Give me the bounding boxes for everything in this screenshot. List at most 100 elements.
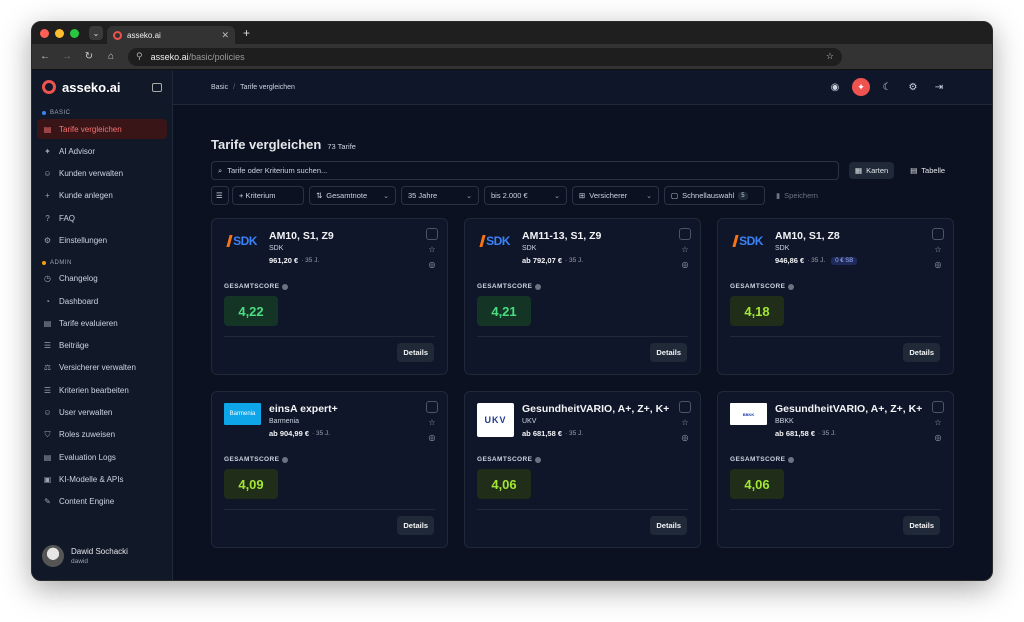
browser-tab[interactable]: asseko.ai ✕ [107, 26, 235, 44]
chevron-down-icon: ⌄ [554, 192, 560, 200]
add-criterion-button[interactable]: + Kriterium [232, 186, 304, 205]
sidebar-item[interactable]: + Kunde anlegen [37, 186, 167, 206]
filter-settings-button[interactable]: ☰ [211, 186, 229, 205]
url-path: /basic/policies [188, 51, 245, 62]
compare-checkbox[interactable] [679, 401, 691, 413]
compare-checkbox[interactable] [426, 228, 438, 240]
star-icon[interactable]: ☆ [428, 245, 435, 255]
info-icon[interactable] [788, 283, 795, 290]
view-cards-label: Karten [866, 166, 889, 175]
search-input[interactable]: ⌕ Tarife oder Kriterium suchen... [211, 161, 839, 180]
sidebar-toggle-icon[interactable] [152, 82, 162, 92]
tariff-card[interactable]: UKV GesundheitVARIO, A+, Z+, K+ UKV ab 681,… [464, 391, 701, 548]
admin-nav: ◷ Changelog ◔ Dashboard ▤ Tarife evaluieren ☰ B… [32, 269, 172, 512]
age-select[interactable]: 35 Jahre ⌄ [401, 186, 479, 205]
reload-icon[interactable]: ↻ [84, 51, 94, 62]
hide-eye-icon[interactable]: ◎ [682, 260, 689, 270]
github-icon[interactable]: ◉ [822, 82, 848, 93]
home-icon[interactable]: ⌂ [106, 51, 116, 62]
new-tab-button[interactable]: + [243, 26, 250, 40]
star-icon[interactable]: ☆ [681, 418, 688, 428]
star-icon[interactable]: ☆ [934, 418, 941, 428]
bookmark-star-icon[interactable]: ☆ [826, 51, 834, 62]
sidebar-item[interactable]: ✎ Content Engine [37, 492, 167, 512]
star-icon[interactable]: ☆ [934, 245, 941, 255]
sidebar-item[interactable]: ▤ Tarife evaluieren [37, 313, 167, 333]
details-button[interactable]: Details [650, 516, 687, 535]
sidebar-item[interactable]: ? FAQ [37, 208, 167, 228]
star-icon[interactable]: ☆ [428, 418, 435, 428]
sidebar-item[interactable]: ☺ User verwalten [37, 403, 167, 423]
sidebar-item[interactable]: ✦ AI Advisor [37, 141, 167, 161]
details-button[interactable]: Details [903, 343, 940, 362]
save-button[interactable]: ▮ Speichern [770, 186, 824, 205]
sidebar-item[interactable]: ⚖ Versicherer verwalten [37, 358, 167, 378]
sidebar-item[interactable]: ☰ Kriterien bearbeiten [37, 380, 167, 400]
details-button[interactable]: Details [397, 343, 434, 362]
maximize-window-button[interactable] [70, 28, 79, 38]
user-profile[interactable]: Dawid Sochacki dawid [32, 538, 172, 574]
sidebar-item[interactable]: ⚙ Einstellungen [37, 230, 167, 250]
star-icon[interactable]: ☆ [681, 245, 688, 255]
price-select[interactable]: bis 2.000 € ⌄ [484, 186, 567, 205]
hide-eye-icon[interactable]: ◎ [682, 433, 689, 443]
sidebar-item[interactable]: ▤ Tarife vergleichen [37, 119, 167, 139]
moon-icon[interactable]: ☾ [874, 82, 900, 93]
score-label-text: GESAMTSCORE [224, 456, 280, 463]
users-icon: ☺ [43, 169, 52, 179]
sidebar-item[interactable]: ▤ Evaluation Logs [37, 447, 167, 467]
site-settings-icon[interactable]: ⚲ [136, 51, 143, 62]
hide-eye-icon[interactable]: ◎ [429, 260, 436, 270]
tariff-title: AM11-13, S1, Z9 [522, 230, 602, 242]
tariff-card[interactable]: Barmenia einsA expert+ Barmenia ab 904,99 €… [211, 391, 448, 548]
minimize-window-button[interactable] [55, 28, 64, 38]
sidebar-item[interactable]: ▣ KI-Modelle & APIs [37, 469, 167, 489]
info-icon[interactable] [535, 283, 542, 290]
forward-icon[interactable]: → [62, 51, 72, 62]
logout-icon[interactable]: ⇥ [926, 82, 952, 93]
tariff-card[interactable]: SDK AM10, S1, Z8 SDK 946,86 € · 35 J. 0 € SB ☆… [717, 218, 954, 375]
insurer-select[interactable]: ⊞ Versicherer ⌄ [572, 186, 659, 205]
tab-list-button[interactable]: ⌄ [89, 26, 103, 40]
details-button[interactable]: Details [903, 516, 940, 535]
url-field[interactable]: ⚲ asseko.ai/basic/policies ☆ [128, 47, 842, 66]
filter-row: ☰ + Kriterium ⇅ Gesamtnote ⌄ 35 Jahre ⌄ bis… [211, 186, 954, 205]
sort-select[interactable]: ⇅ Gesamtnote ⌄ [309, 186, 396, 205]
asseko-logo-icon [42, 80, 56, 94]
sidebar-item[interactable]: ⛉ Roles zuweisen [37, 425, 167, 445]
quick-select-button[interactable]: ▢ Schnellauswahl 5 [664, 186, 765, 205]
sidebar-item[interactable]: ◔ Dashboard [37, 291, 167, 311]
compare-checkbox[interactable] [426, 401, 438, 413]
sidebar-item[interactable]: ☺ Kunden verwalten [37, 164, 167, 184]
info-icon[interactable] [788, 456, 795, 463]
topbar: Basic / Tarife vergleichen ◉ ✦ ☾ ⚙ ⇥ [173, 70, 992, 105]
close-window-button[interactable] [40, 28, 49, 38]
card-header: UKV GesundheitVARIO, A+, Z+, K+ UKV ab 681,… [477, 403, 688, 438]
cpu-icon: ▣ [43, 474, 52, 484]
compare-checkbox[interactable] [679, 228, 691, 240]
sidebar-item[interactable]: ◷ Changelog [37, 269, 167, 289]
details-button[interactable]: Details [397, 516, 434, 535]
close-tab-icon[interactable]: ✕ [221, 30, 229, 41]
view-cards-button[interactable]: ▦ Karten [849, 162, 895, 179]
compare-checkbox[interactable] [932, 228, 944, 240]
hide-eye-icon[interactable]: ◎ [429, 433, 436, 443]
compare-checkbox[interactable] [932, 401, 944, 413]
hide-eye-icon[interactable]: ◎ [935, 433, 942, 443]
tariff-card[interactable]: BBKK GesundheitVARIO, A+, Z+, K+ BBKK ab 68… [717, 391, 954, 548]
breadcrumb-basic[interactable]: Basic [211, 84, 228, 91]
back-icon[interactable]: ← [40, 51, 50, 62]
tariff-card[interactable]: SDK AM11-13, S1, Z9 SDK ab 792,07 € · 35 J. ☆… [464, 218, 701, 375]
info-icon[interactable] [282, 456, 289, 463]
view-table-button[interactable]: ▤ Tabelle [904, 162, 951, 179]
list-check-icon: ☰ [43, 385, 52, 395]
settings-gear-icon[interactable]: ⚙ [900, 82, 926, 93]
hide-eye-icon[interactable]: ◎ [935, 260, 942, 270]
info-icon[interactable] [282, 283, 289, 290]
details-button[interactable]: Details [650, 343, 687, 362]
ai-assistant-button[interactable]: ✦ [848, 78, 874, 96]
window-controls [40, 28, 79, 38]
sidebar-item[interactable]: ☰ Beiträge [37, 336, 167, 356]
info-icon[interactable] [535, 456, 542, 463]
tariff-card[interactable]: SDK AM10, S1, Z9 SDK 961,20 € · 35 J. ☆ ◎ GESAM… [211, 218, 448, 375]
